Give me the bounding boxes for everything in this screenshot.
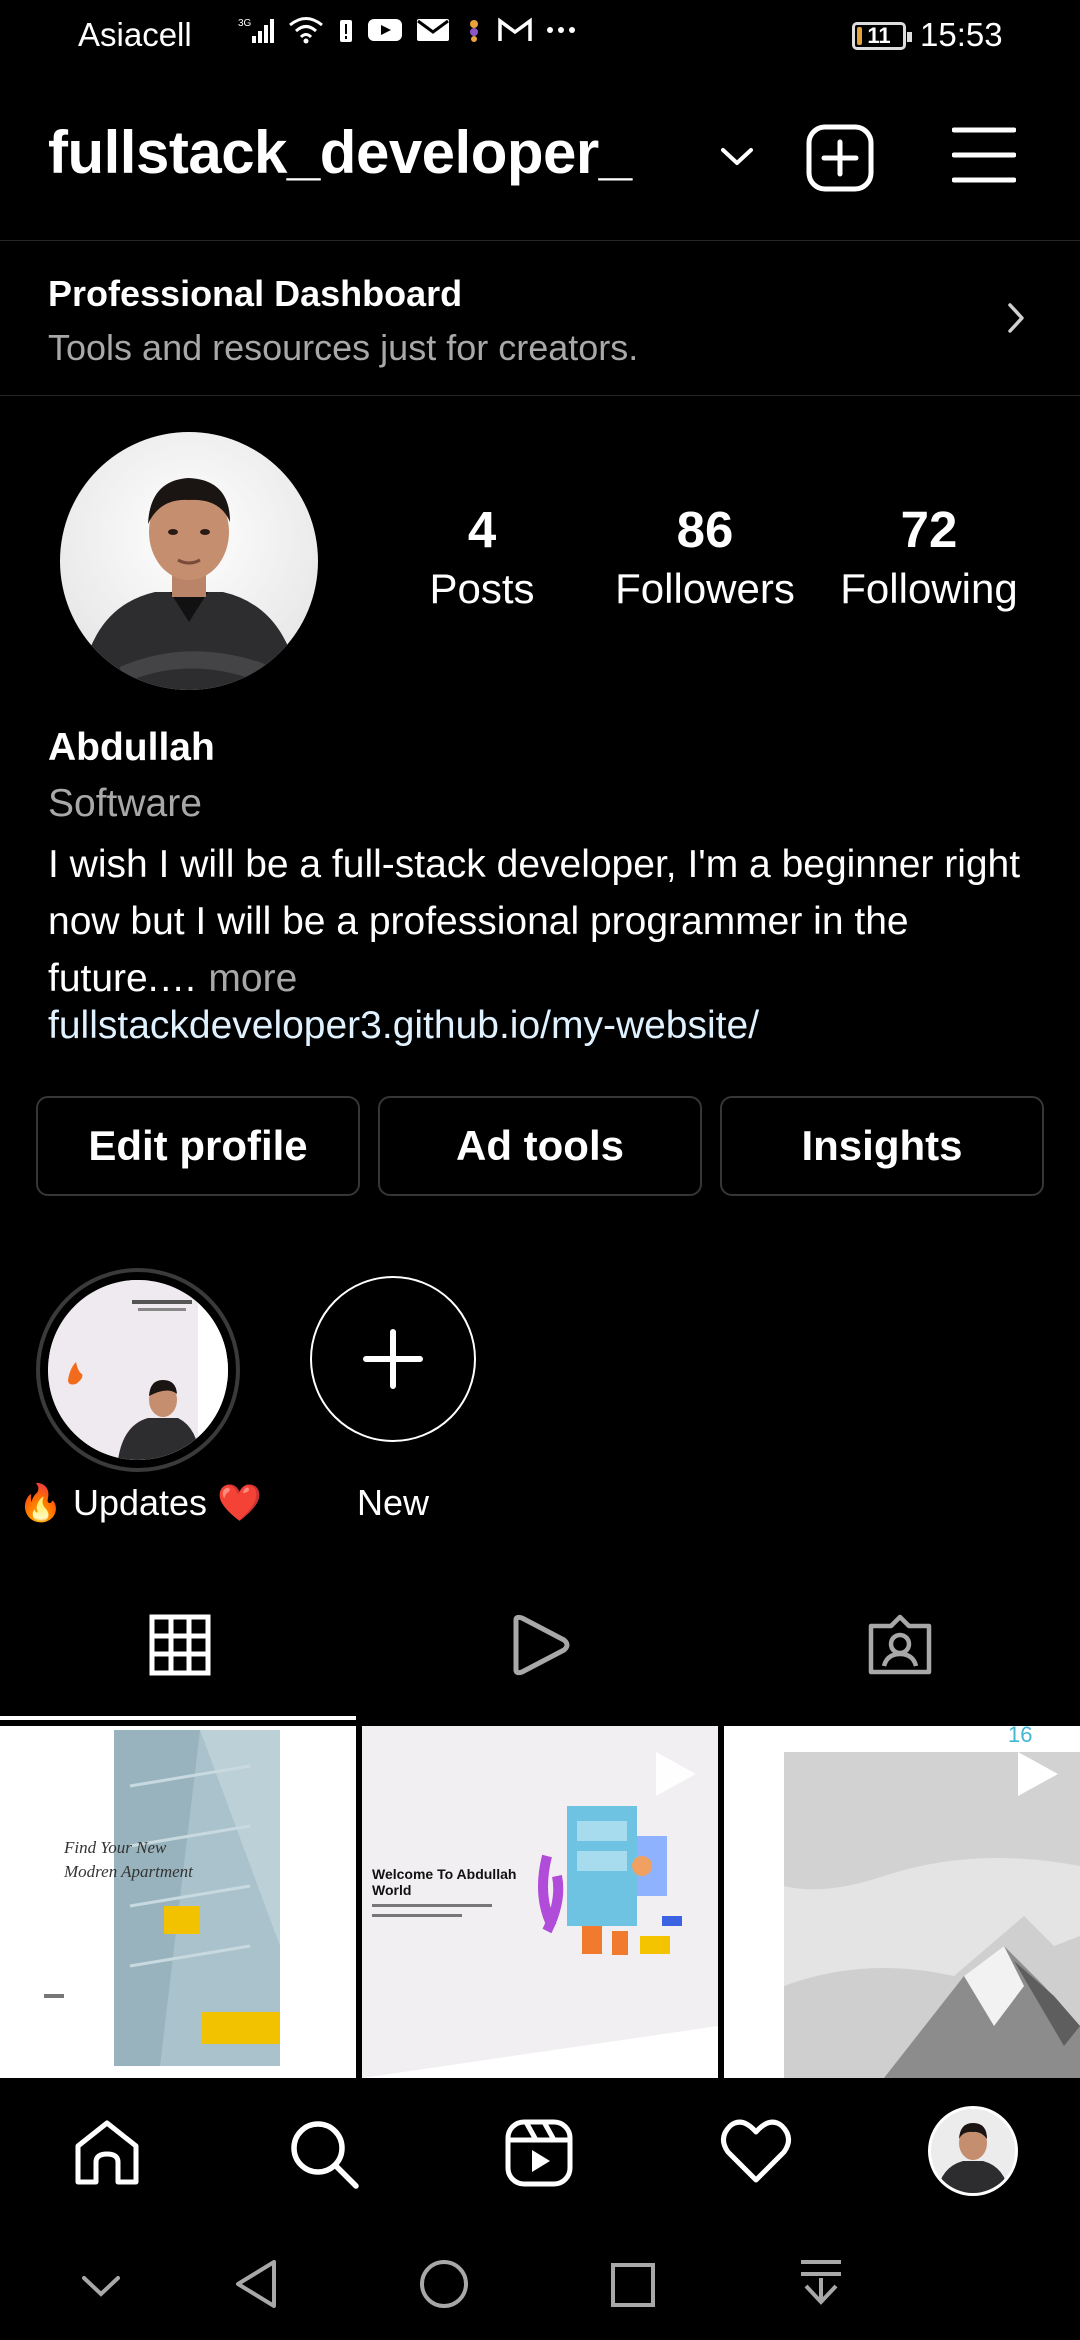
posts-value: 4	[467, 501, 497, 558]
mail-icon	[416, 17, 450, 43]
menu-icon[interactable]	[951, 124, 1017, 191]
username-switcher[interactable]: fullstack_developer_	[48, 118, 632, 187]
reel-play-icon	[286, 1748, 338, 1805]
followers-label: Followers	[615, 565, 795, 612]
notification-down-icon[interactable]	[798, 2258, 844, 2313]
posts-count[interactable]: 4 Posts	[425, 500, 539, 613]
carrier-name: Asiacell	[78, 16, 192, 53]
ad-tools-button[interactable]: Ad tools	[378, 1096, 702, 1196]
bottom-navigation	[0, 2082, 1080, 2222]
posts-label: Posts	[429, 565, 535, 612]
wifi-icon	[288, 16, 324, 44]
alert-icon	[338, 16, 354, 44]
dashboard-subtitle: Tools and resources just for creators.	[48, 327, 639, 368]
active-tab-indicator	[0, 1716, 356, 1720]
system-navigation-bar	[0, 2222, 1080, 2340]
profile-nav-avatar[interactable]	[928, 2106, 1018, 2196]
signal-icon: 3G	[238, 16, 274, 44]
home-icon[interactable]	[72, 2118, 142, 2193]
collapse-icon[interactable]	[80, 2274, 122, 2303]
profile-header: fullstack_developer_	[48, 110, 1038, 202]
followers-value: 86	[676, 501, 734, 558]
following-count[interactable]: 72 Following	[836, 500, 1022, 613]
highlight-updates-label: 🔥 Updates ❤️	[18, 1482, 262, 1523]
tagged-icon	[867, 1614, 933, 1694]
professional-dashboard[interactable]: Professional Dashboard Tools and resourc…	[0, 240, 1080, 396]
profile-category: Software	[48, 782, 202, 825]
new-highlight-label: New	[356, 1482, 430, 1523]
reel-play-icon	[648, 1748, 700, 1805]
post-headline: Welcome To Abdullah World	[372, 1866, 532, 1898]
bio-more-link[interactable]: more	[198, 957, 297, 1000]
highlight-updates[interactable]	[36, 1268, 240, 1472]
status-icons: 3G	[238, 16, 576, 44]
tab-tagged[interactable]	[720, 1614, 1080, 1694]
new-highlight-button[interactable]	[310, 1276, 476, 1442]
battery-level: 11	[867, 23, 891, 48]
profile-bio: I wish I will be a full-stack developer,…	[48, 836, 1028, 1007]
dashboard-title: Professional Dashboard	[48, 273, 463, 314]
edit-profile-button[interactable]: Edit profile	[36, 1096, 360, 1196]
post-thumbnail[interactable]: Welcome To Abdullah World	[362, 1726, 718, 2078]
profile-website-link[interactable]: fullstackdeveloper3.github.io/my-website…	[48, 1004, 759, 1048]
back-icon[interactable]	[232, 2258, 280, 2315]
tab-reels[interactable]	[360, 1614, 720, 1694]
clock: 15:53	[920, 16, 1003, 53]
more-notifications-icon	[546, 17, 576, 43]
insights-button[interactable]: Insights	[720, 1096, 1044, 1196]
post-headline: 16	[1008, 1726, 1033, 1747]
highlight-cover	[48, 1280, 228, 1460]
content-tabs	[0, 1590, 1080, 1720]
add-post-icon[interactable]	[806, 124, 874, 197]
battery-icon: 11	[852, 22, 912, 50]
post-thumbnail[interactable]: Find Your New Modren Apartment	[0, 1726, 356, 2078]
status-bar: Asiacell 3G 11 15:53	[0, 0, 1080, 72]
bio-text: I wish I will be a full-stack developer,…	[48, 843, 1021, 1000]
posts-grid: Find Your New Modren Apartment Welcome T…	[0, 1726, 1080, 2078]
following-label: Following	[840, 565, 1018, 612]
reels-nav-icon[interactable]	[504, 2118, 574, 2193]
search-icon[interactable]	[288, 2118, 360, 2195]
post-thumbnail[interactable]: 16	[724, 1726, 1080, 2078]
profile-avatar[interactable]	[60, 432, 318, 690]
home-circle-icon[interactable]	[418, 2258, 470, 2315]
reel-play-icon	[1010, 1748, 1062, 1805]
app-notification-icon	[464, 16, 484, 44]
reels-icon	[510, 1614, 570, 1694]
chevron-down-icon[interactable]	[720, 146, 754, 173]
grid-icon	[149, 1614, 211, 1694]
profile-name: Abdullah	[48, 726, 215, 769]
following-value: 72	[900, 501, 958, 558]
gmail-icon	[498, 17, 532, 43]
youtube-icon	[368, 17, 402, 43]
recents-icon[interactable]	[610, 2262, 656, 2313]
chevron-right-icon	[1006, 301, 1026, 340]
post-headline: Find Your New Modren Apartment	[64, 1838, 193, 1881]
tab-posts-grid[interactable]	[0, 1614, 360, 1694]
heart-icon[interactable]	[720, 2118, 792, 2189]
svg-text:3G: 3G	[238, 18, 252, 29]
followers-count[interactable]: 86 Followers	[612, 500, 798, 613]
